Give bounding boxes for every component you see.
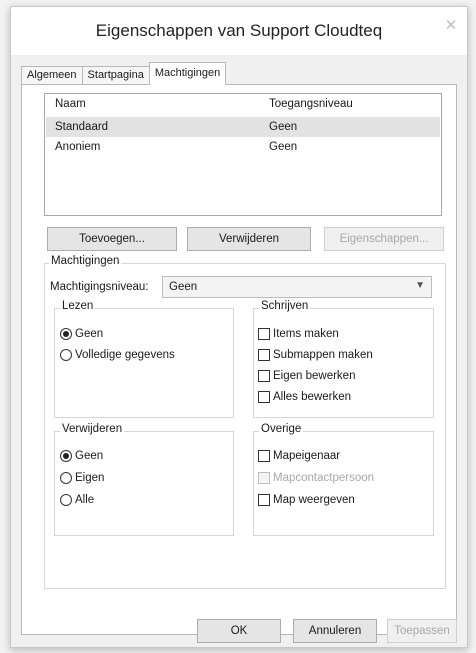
option-label: Mapeigenaar bbox=[273, 450, 341, 462]
option-label: Mapcontactpersoon bbox=[273, 472, 375, 484]
write-option-edit-all[interactable]: Alles bewerken bbox=[258, 388, 351, 406]
permissions-group-label: Machtigingen bbox=[49, 255, 122, 267]
read-option-full[interactable]: Volledige gegevens bbox=[60, 346, 175, 364]
other-option-folder-contact[interactable]: Mapcontactpersoon bbox=[258, 469, 374, 487]
radio-button[interactable] bbox=[60, 472, 72, 484]
chevron-down-icon: ▼ bbox=[415, 280, 425, 291]
title-bar: Eigenschappen van Support Cloudteq ✕ bbox=[11, 7, 467, 55]
list-item-level: Geen bbox=[269, 141, 298, 153]
option-label: Map weergeven bbox=[273, 494, 355, 506]
write-option-create-items[interactable]: Items maken bbox=[258, 325, 339, 343]
dialog-title: Eigenschappen van Support Cloudteq bbox=[95, 21, 383, 40]
radio-button[interactable] bbox=[60, 349, 72, 361]
radio-button[interactable] bbox=[60, 328, 72, 340]
option-label: Eigen bbox=[75, 472, 105, 484]
option-label: Eigen bewerken bbox=[273, 370, 356, 382]
checkbox[interactable] bbox=[258, 494, 270, 506]
permission-level-select[interactable]: Geen ▼ bbox=[162, 276, 432, 298]
checkbox[interactable] bbox=[258, 391, 270, 403]
option-label: Geen bbox=[75, 450, 104, 462]
tab-algemeen[interactable]: Algemeen bbox=[21, 66, 83, 85]
other-option-folder-owner[interactable]: Mapeigenaar bbox=[258, 447, 340, 465]
dialog-body: Algemeen Startpagina Machtigingen Naam T… bbox=[11, 55, 467, 647]
list-item-name: Standaard bbox=[55, 121, 109, 133]
checkbox[interactable] bbox=[258, 349, 270, 361]
delete-option-all[interactable]: Alle bbox=[60, 491, 94, 509]
close-icon[interactable]: ✕ bbox=[439, 15, 463, 37]
tab-machtigingen[interactable]: Machtigingen bbox=[148, 62, 227, 85]
checkbox[interactable] bbox=[258, 450, 270, 462]
delete-option-none[interactable]: Geen bbox=[60, 447, 103, 465]
column-header-access-level[interactable]: Toegangsniveau bbox=[269, 98, 353, 110]
option-label: Items maken bbox=[273, 328, 339, 340]
checkbox[interactable] bbox=[258, 370, 270, 382]
option-label: Volledige gegevens bbox=[75, 349, 175, 361]
write-option-create-subfolders[interactable]: Submappen maken bbox=[258, 346, 373, 364]
list-item[interactable]: Anoniem Geen bbox=[46, 137, 440, 157]
radio-button[interactable] bbox=[60, 494, 72, 506]
tab-panel-machtigingen: Naam Toegangsniveau Standaard Geen Anoni… bbox=[21, 84, 457, 635]
read-option-none[interactable]: Geen bbox=[60, 325, 103, 343]
properties-button[interactable]: Eigenschappen... bbox=[324, 227, 444, 251]
option-label: Submappen maken bbox=[273, 349, 373, 361]
properties-dialog: Eigenschappen van Support Cloudteq ✕ Alg… bbox=[10, 6, 468, 648]
option-label: Alles bewerken bbox=[273, 391, 351, 403]
tab-startpagina[interactable]: Startpagina bbox=[81, 66, 150, 85]
cancel-button[interactable]: Annuleren bbox=[293, 619, 377, 643]
option-label: Alle bbox=[75, 494, 95, 506]
list-header: Naam Toegangsniveau bbox=[45, 94, 441, 116]
read-group-label: Lezen bbox=[60, 300, 96, 312]
column-header-name[interactable]: Naam bbox=[55, 98, 86, 110]
checkbox[interactable] bbox=[258, 328, 270, 340]
apply-button[interactable]: Toepassen bbox=[387, 619, 457, 643]
delete-group-label: Verwijderen bbox=[60, 423, 125, 435]
list-item[interactable]: Standaard Geen bbox=[46, 117, 440, 137]
delete-option-own[interactable]: Eigen bbox=[60, 469, 104, 487]
ok-button[interactable]: OK bbox=[197, 619, 281, 643]
list-item-name: Anoniem bbox=[55, 141, 101, 153]
permission-level-label: Machtigingsniveau: bbox=[50, 281, 149, 293]
option-label: Geen bbox=[75, 328, 104, 340]
list-item-level: Geen bbox=[269, 121, 298, 133]
tab-strip: Algemeen Startpagina Machtigingen bbox=[21, 62, 227, 85]
checkbox[interactable] bbox=[258, 472, 270, 484]
permissions-list[interactable]: Naam Toegangsniveau Standaard Geen Anoni… bbox=[44, 93, 442, 216]
write-option-edit-own[interactable]: Eigen bewerken bbox=[258, 367, 355, 385]
add-button[interactable]: Toevoegen... bbox=[47, 227, 177, 251]
radio-button[interactable] bbox=[60, 450, 72, 462]
remove-button[interactable]: Verwijderen bbox=[187, 227, 311, 251]
write-group-label: Schrijven bbox=[259, 300, 311, 312]
other-group-label: Overige bbox=[259, 423, 304, 435]
other-option-folder-visible[interactable]: Map weergeven bbox=[258, 491, 355, 509]
permission-level-value: Geen bbox=[169, 281, 198, 293]
